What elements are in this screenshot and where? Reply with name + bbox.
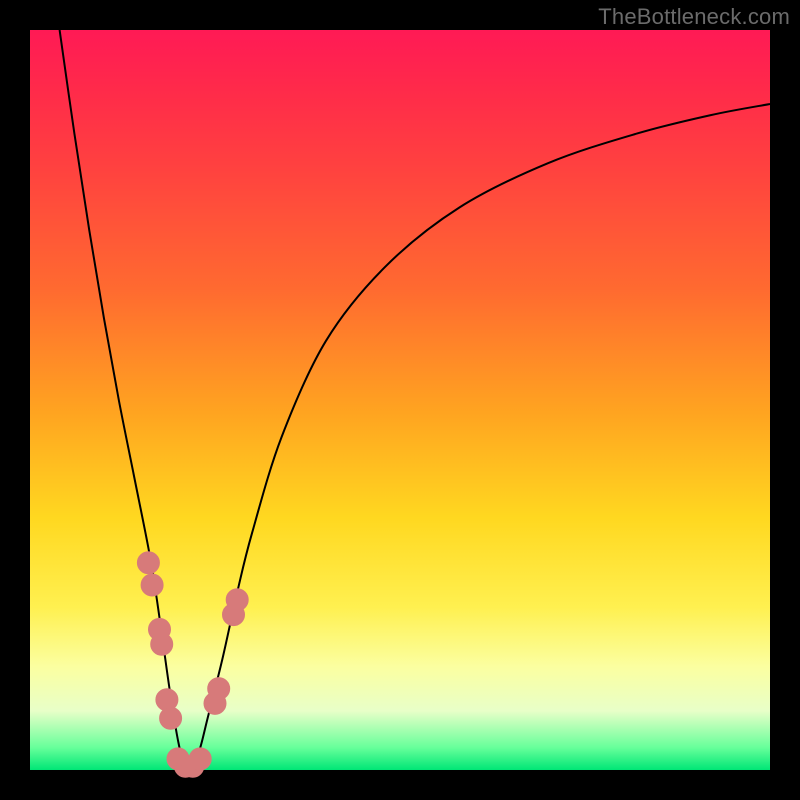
data-marker [137,552,159,574]
plot-area [30,30,770,770]
curve-markers [137,552,248,778]
watermark-text: TheBottleneck.com [598,4,790,30]
data-marker [151,633,173,655]
chart-frame: TheBottleneck.com [0,0,800,800]
data-marker [208,678,230,700]
data-marker [141,574,163,596]
bottleneck-curve [60,30,770,772]
data-marker [226,589,248,611]
curve-layer [30,30,770,770]
data-marker [160,707,182,729]
data-marker [189,748,211,770]
